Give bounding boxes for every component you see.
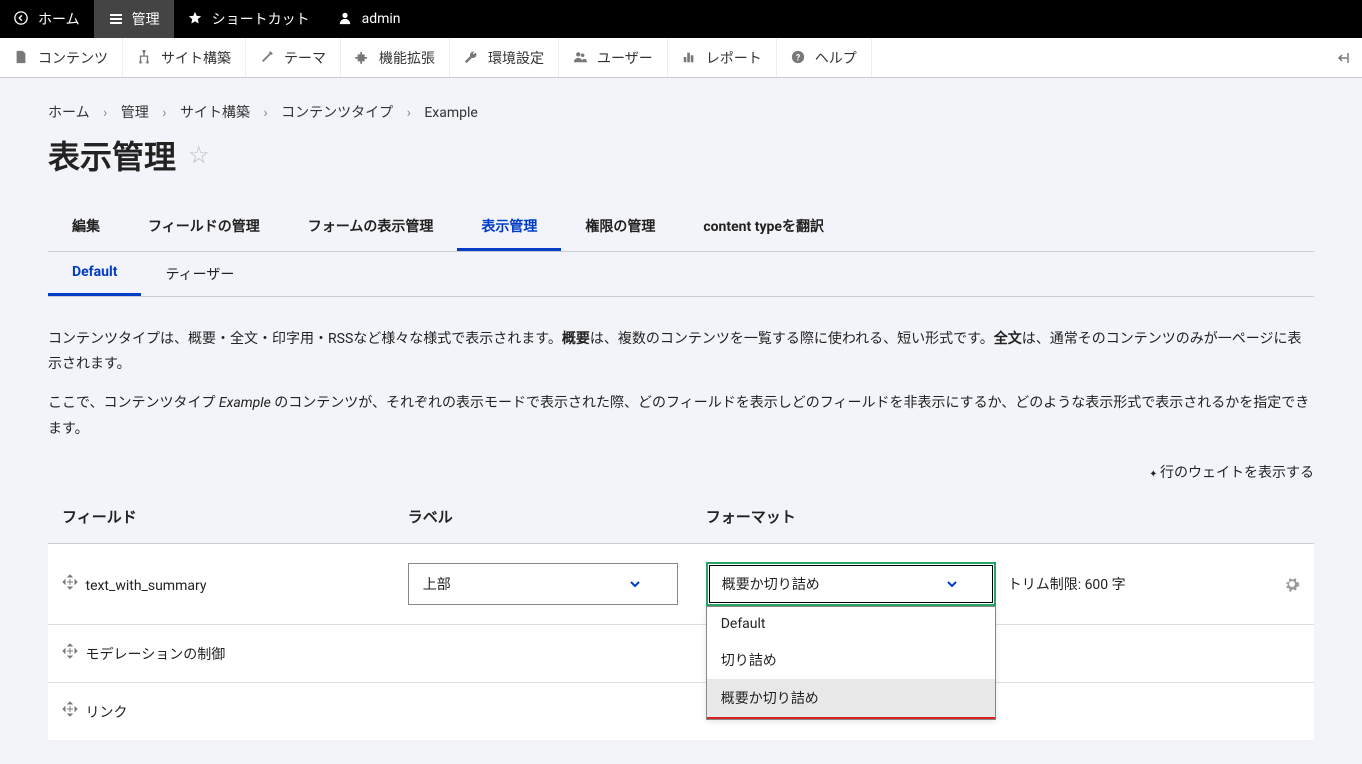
menubar-users[interactable]: ユーザー — [559, 38, 668, 77]
tab-fields[interactable]: フィールドの管理 — [124, 204, 284, 251]
drag-handle-icon[interactable] — [62, 574, 82, 590]
subtab-teaser[interactable]: ティーザー — [141, 252, 258, 296]
dropdown-option[interactable]: 切り詰め — [707, 641, 995, 679]
topbar-manage-label: 管理 — [132, 9, 160, 29]
topbar-shortcuts-label: ショートカット — [212, 9, 310, 29]
tab-display[interactable]: 表示管理 — [457, 204, 561, 251]
tabs-secondary: Default ティーザー — [48, 252, 1314, 297]
menubar-collapse-button[interactable] — [1326, 50, 1362, 66]
user-icon — [338, 11, 354, 27]
menubar-theme-label: テーマ — [284, 48, 326, 68]
document-icon — [14, 50, 30, 66]
trim-limit-text: トリム制限: 600 字 — [1008, 574, 1126, 594]
topbar-shortcuts-link[interactable]: ショートカット — [174, 0, 324, 38]
breadcrumb-item[interactable]: コンテンツタイプ — [281, 105, 393, 121]
dropdown-option[interactable]: 概要か切り詰め — [707, 679, 995, 719]
table-row: モデレーションの制御 — [48, 624, 1314, 682]
topbar-user-link[interactable]: admin — [324, 0, 415, 38]
field-name: text_with_summary — [85, 578, 206, 594]
table-row: リンク — [48, 682, 1314, 740]
wrench-icon — [464, 50, 480, 66]
menubar-theme[interactable]: テーマ — [246, 38, 341, 77]
collapse-icon — [1336, 50, 1352, 66]
chart-icon — [682, 50, 698, 66]
tab-translate[interactable]: content typeを翻訳 — [679, 204, 848, 251]
th-field: フィールド — [48, 490, 394, 544]
menubar-extend-label: 機能拡張 — [379, 48, 435, 68]
structure-icon — [137, 50, 153, 66]
field-name: リンク — [85, 705, 127, 721]
breadcrumb-item[interactable]: サイト構築 — [180, 105, 250, 121]
breadcrumb-item[interactable]: Example — [424, 105, 477, 121]
menubar-reports-label: レポート — [706, 48, 762, 68]
favorite-star-icon[interactable]: ☆ — [188, 141, 210, 169]
breadcrumb: ホーム › 管理 › サイト構築 › コンテンツタイプ › Example — [48, 102, 1314, 122]
menubar-structure-label: サイト構築 — [161, 48, 231, 68]
tab-form-display[interactable]: フォームの表示管理 — [284, 204, 458, 251]
menubar-config[interactable]: 環境設定 — [450, 38, 559, 77]
hamburger-icon — [108, 11, 124, 27]
page-title: 表示管理 — [48, 132, 176, 178]
puzzle-icon — [355, 50, 371, 66]
menubar-structure[interactable]: サイト構築 — [123, 38, 246, 77]
chevron-down-icon — [629, 578, 641, 590]
drag-handle-icon[interactable] — [62, 643, 82, 659]
menubar-help-label: ヘルプ — [815, 48, 857, 68]
menubar-content[interactable]: コンテンツ — [0, 38, 123, 77]
th-format: フォーマット — [692, 490, 1314, 544]
field-display-table: フィールド ラベル フォーマット text_with_summary — [48, 490, 1314, 740]
dropdown-option[interactable]: Default — [707, 607, 995, 641]
wand-icon — [260, 50, 276, 66]
breadcrumb-item[interactable]: ホーム — [48, 105, 90, 121]
description-text: コンテンツタイプは、概要・全文・印字用・RSSなど様々な様式で表示されます。概要… — [48, 327, 1314, 442]
show-row-weights-link[interactable]: 行のウェイトを表示する — [1149, 465, 1314, 481]
gear-icon[interactable] — [1284, 576, 1300, 592]
subtab-default[interactable]: Default — [48, 252, 141, 296]
menubar-config-label: 環境設定 — [488, 48, 544, 68]
tabs-primary: 編集 フィールドの管理 フォームの表示管理 表示管理 権限の管理 content… — [48, 204, 1314, 252]
svg-text:?: ? — [796, 53, 801, 63]
tab-edit[interactable]: 編集 — [48, 204, 124, 251]
field-name: モデレーションの制御 — [85, 647, 225, 663]
menubar-reports[interactable]: レポート — [668, 38, 777, 77]
chevron-down-icon — [946, 578, 958, 590]
help-icon: ? — [791, 50, 807, 66]
menubar-users-label: ユーザー — [597, 48, 653, 68]
menubar-help[interactable]: ? ヘルプ — [777, 38, 872, 77]
tab-permissions[interactable]: 権限の管理 — [561, 204, 679, 251]
admin-menubar: コンテンツ サイト構築 テーマ 機能拡張 環境設定 ユーザー レポート ? ヘル… — [0, 38, 1362, 78]
menubar-content-label: コンテンツ — [38, 48, 108, 68]
format-select[interactable]: 概要か切り詰め — [706, 562, 996, 606]
th-label: ラベル — [394, 490, 692, 544]
breadcrumb-item[interactable]: 管理 — [121, 105, 149, 121]
menubar-extend[interactable]: 機能拡張 — [341, 38, 450, 77]
admin-topbar: ホーム 管理 ショートカット admin — [0, 0, 1362, 38]
users-icon — [573, 50, 589, 66]
label-select[interactable]: 上部 — [408, 563, 678, 605]
topbar-home-label: ホーム — [38, 9, 80, 29]
star-icon — [188, 11, 204, 27]
format-dropdown-list: Default 切り詰め 概要か切り詰め — [706, 606, 996, 720]
topbar-manage-link[interactable]: 管理 — [94, 0, 174, 38]
table-row: text_with_summary 上部 — [48, 543, 1314, 624]
topbar-home-link[interactable]: ホーム — [0, 0, 94, 38]
topbar-user-label: admin — [362, 11, 401, 27]
back-icon — [14, 11, 30, 27]
